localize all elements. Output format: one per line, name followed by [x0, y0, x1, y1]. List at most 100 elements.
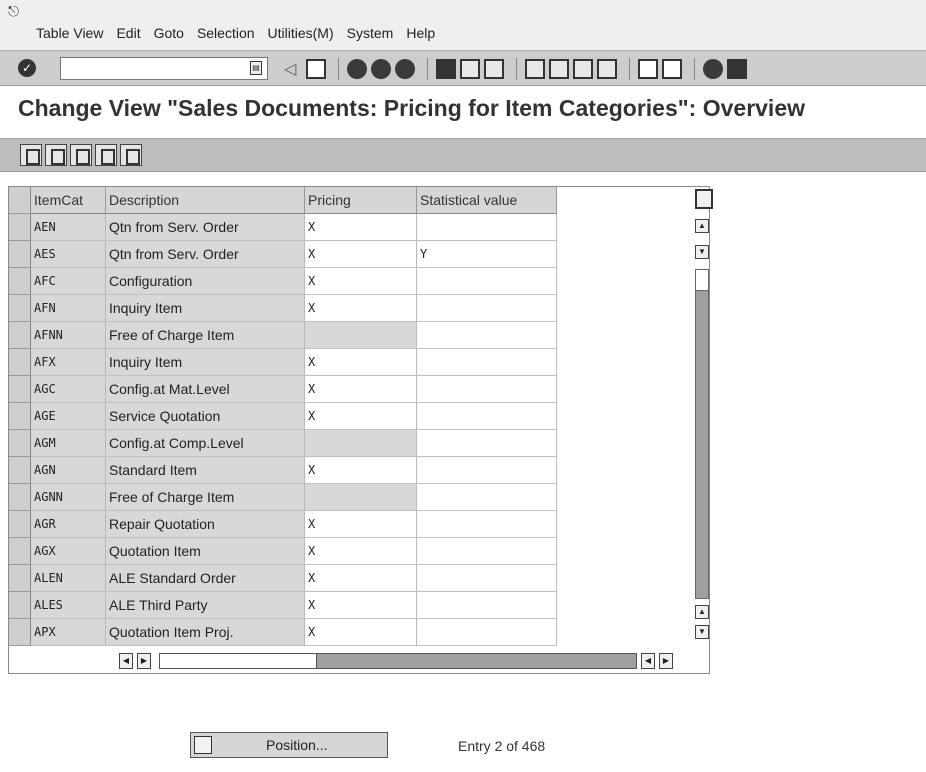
cell-pricing[interactable]: X: [305, 214, 417, 241]
cell-statistical-value[interactable]: [417, 268, 557, 295]
exit-icon[interactable]: [371, 59, 391, 79]
row-selector[interactable]: [9, 268, 31, 295]
scroll-page-up-button[interactable]: ▲: [695, 605, 709, 619]
print-icon[interactable]: [436, 59, 456, 79]
row-selector[interactable]: [9, 511, 31, 538]
command-history-icon[interactable]: ▤: [250, 61, 262, 75]
cell-pricing[interactable]: X: [305, 565, 417, 592]
cell-pricing[interactable]: [305, 484, 417, 511]
row-selector[interactable]: [9, 592, 31, 619]
cell-statistical-value[interactable]: [417, 403, 557, 430]
cell-itemcat: APX: [31, 619, 106, 646]
save-icon[interactable]: [306, 59, 326, 79]
vertical-scroll-thumb[interactable]: [695, 269, 709, 291]
shortcut-icon[interactable]: [662, 59, 682, 79]
menu-item-goto[interactable]: Goto: [154, 25, 184, 41]
row-selector[interactable]: [9, 403, 31, 430]
cancel-icon[interactable]: [395, 59, 415, 79]
row-selector[interactable]: [9, 376, 31, 403]
table-settings-icon[interactable]: [695, 189, 713, 209]
scroll-right-button[interactable]: ▶: [137, 653, 151, 669]
cell-statistical-value[interactable]: [417, 565, 557, 592]
last-page-icon[interactable]: [597, 59, 617, 79]
new-session-icon[interactable]: [638, 59, 658, 79]
cell-pricing[interactable]: X: [305, 349, 417, 376]
column-header-statistical-value[interactable]: Statistical value: [417, 187, 557, 214]
cell-statistical-value[interactable]: [417, 376, 557, 403]
menu-item-utilities[interactable]: Utilities(M): [268, 25, 334, 41]
menu-item-help[interactable]: Help: [406, 25, 435, 41]
cell-statistical-value[interactable]: [417, 511, 557, 538]
menu-item-selection[interactable]: Selection: [197, 25, 255, 41]
column-header-description[interactable]: Description: [106, 187, 305, 214]
command-field[interactable]: [60, 57, 268, 80]
select-all-icon[interactable]: [70, 144, 92, 166]
cell-pricing[interactable]: X: [305, 619, 417, 646]
row-selector[interactable]: [9, 457, 31, 484]
cell-statistical-value[interactable]: [417, 295, 557, 322]
row-selector[interactable]: [9, 349, 31, 376]
cell-statistical-value[interactable]: [417, 430, 557, 457]
cell-statistical-value[interactable]: [417, 484, 557, 511]
select-all-rows-header[interactable]: [9, 187, 31, 214]
scroll-down-button[interactable]: ▼: [695, 245, 709, 259]
command-toggle-icon[interactable]: [282, 59, 302, 79]
scroll-right-button-2[interactable]: ▶: [659, 653, 673, 669]
cell-pricing[interactable]: X: [305, 403, 417, 430]
find-next-icon[interactable]: [484, 59, 504, 79]
cell-statistical-value[interactable]: [417, 619, 557, 646]
cell-statistical-value[interactable]: [417, 214, 557, 241]
cell-pricing[interactable]: [305, 430, 417, 457]
horizontal-scroll-thumb[interactable]: [159, 653, 317, 669]
other-entry-icon[interactable]: [45, 144, 67, 166]
cell-pricing[interactable]: X: [305, 511, 417, 538]
row-selector[interactable]: [9, 241, 31, 268]
cell-itemcat: AFNN: [31, 322, 106, 349]
cell-pricing[interactable]: X: [305, 538, 417, 565]
row-selector[interactable]: [9, 322, 31, 349]
scroll-page-down-button[interactable]: ▼: [695, 625, 709, 639]
previous-page-icon[interactable]: [549, 59, 569, 79]
enter-icon[interactable]: ✓: [18, 59, 36, 77]
deselect-all-icon[interactable]: [120, 144, 142, 166]
cell-statistical-value[interactable]: [417, 457, 557, 484]
cell-pricing[interactable]: X: [305, 457, 417, 484]
scroll-left-button[interactable]: ◀: [119, 653, 133, 669]
row-selector[interactable]: [9, 619, 31, 646]
menu-item-table-view[interactable]: Table View: [36, 25, 103, 41]
vertical-scroll-track[interactable]: [695, 269, 709, 599]
cell-pricing[interactable]: X: [305, 376, 417, 403]
display-change-icon[interactable]: [20, 144, 42, 166]
row-selector[interactable]: [9, 214, 31, 241]
cell-statistical-value[interactable]: [417, 349, 557, 376]
cell-pricing[interactable]: X: [305, 241, 417, 268]
row-selector[interactable]: [9, 295, 31, 322]
next-page-icon[interactable]: [573, 59, 593, 79]
menu-item-edit[interactable]: Edit: [116, 25, 140, 41]
cell-pricing[interactable]: X: [305, 592, 417, 619]
row-selector[interactable]: [9, 430, 31, 457]
cell-statistical-value[interactable]: Y: [417, 241, 557, 268]
row-selector[interactable]: [9, 565, 31, 592]
find-icon[interactable]: [460, 59, 480, 79]
back-icon[interactable]: [347, 59, 367, 79]
cell-statistical-value[interactable]: [417, 322, 557, 349]
column-header-itemcat[interactable]: ItemCat: [31, 187, 106, 214]
scroll-left-button-2[interactable]: ◀: [641, 653, 655, 669]
cell-pricing[interactable]: X: [305, 268, 417, 295]
help-icon[interactable]: [703, 59, 723, 79]
position-button[interactable]: Position...: [190, 732, 388, 758]
cell-pricing[interactable]: [305, 322, 417, 349]
cell-statistical-value[interactable]: [417, 538, 557, 565]
row-selector[interactable]: [9, 484, 31, 511]
cell-pricing[interactable]: X: [305, 295, 417, 322]
row-selector[interactable]: [9, 538, 31, 565]
first-page-icon[interactable]: [525, 59, 545, 79]
menu-logo-icon[interactable]: ⎋: [8, 3, 19, 20]
layout-icon[interactable]: [727, 59, 747, 79]
cell-statistical-value[interactable]: [417, 592, 557, 619]
menu-item-system[interactable]: System: [347, 25, 394, 41]
select-block-icon[interactable]: [95, 144, 117, 166]
scroll-up-button[interactable]: ▲: [695, 219, 709, 233]
column-header-pricing[interactable]: Pricing: [305, 187, 417, 214]
